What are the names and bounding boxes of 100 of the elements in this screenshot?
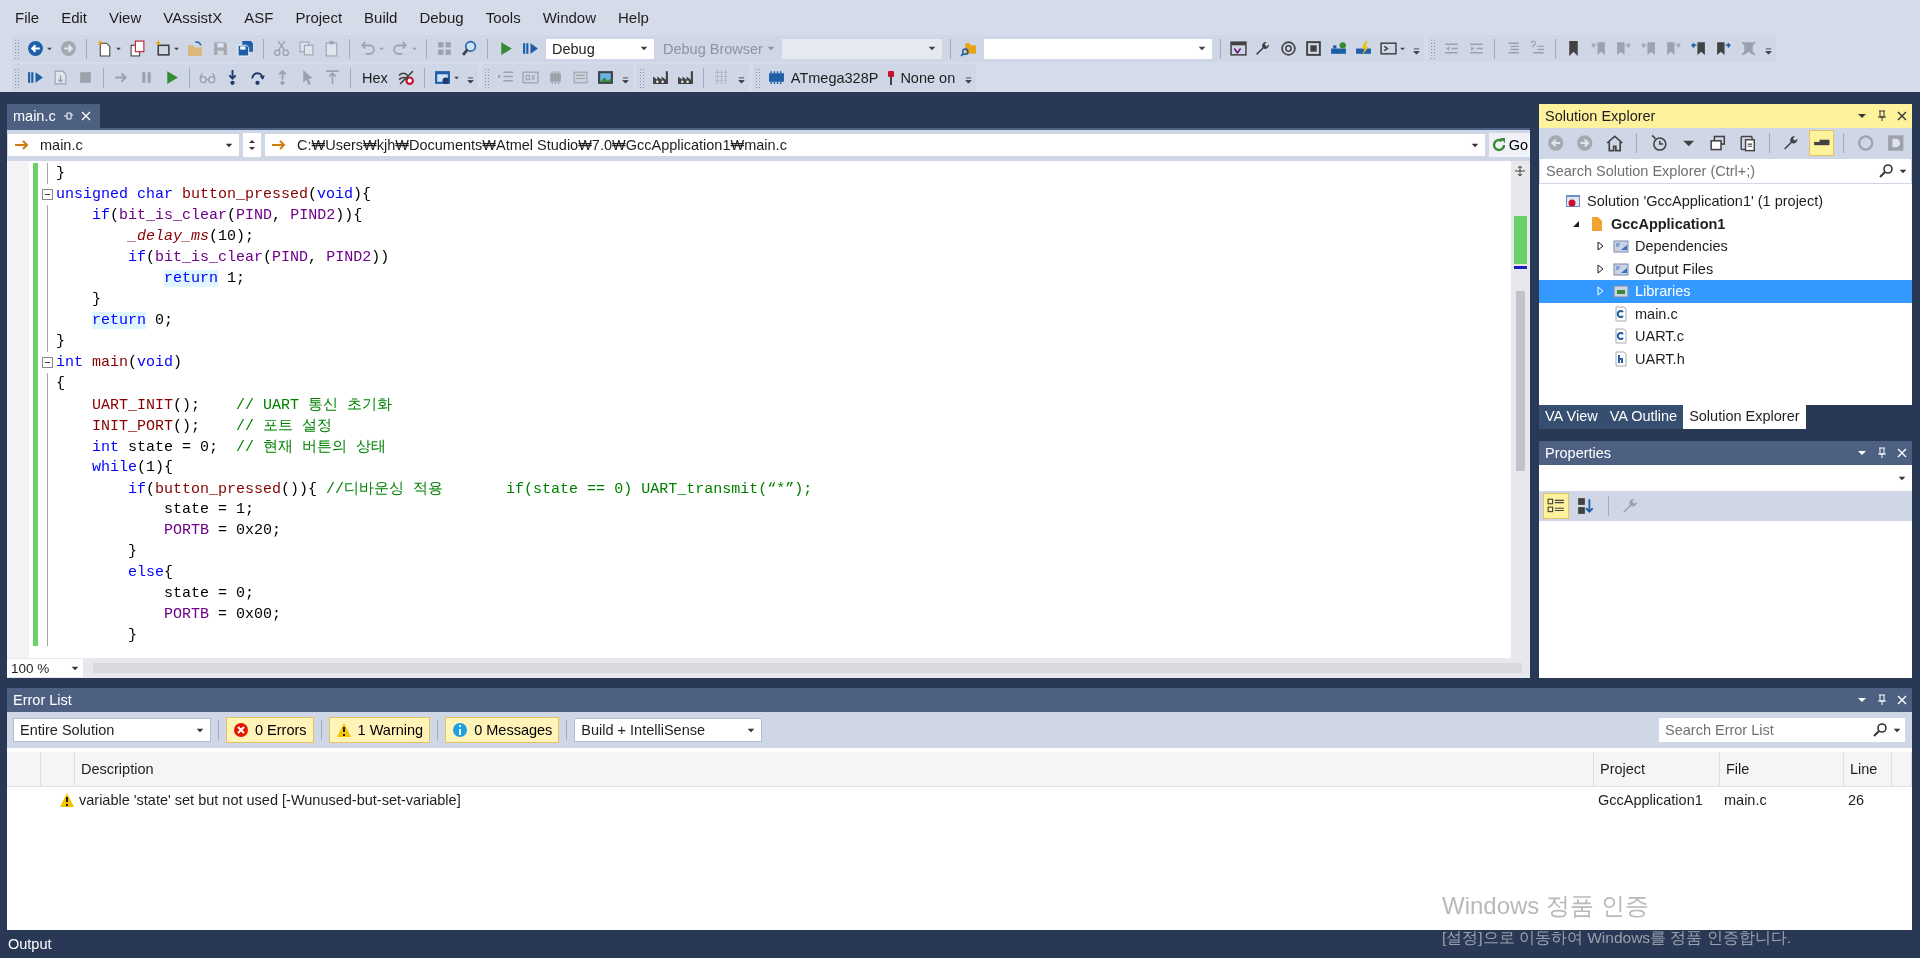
- scope-dropdown[interactable]: main.c: [7, 133, 240, 157]
- terminal-icon[interactable]: [1379, 40, 1397, 57]
- toolbar-grip[interactable]: [754, 67, 760, 88]
- window-icon[interactable]: [1229, 40, 1247, 57]
- blocks-icon[interactable]: [1329, 40, 1347, 57]
- scrollbar-thumb[interactable]: [1516, 291, 1525, 471]
- column-header[interactable]: Line: [1844, 752, 1892, 786]
- collapsed-arrow-icon[interactable]: [1595, 263, 1605, 274]
- toolbar-grip[interactable]: [14, 67, 19, 88]
- menu-item[interactable]: Debug: [408, 6, 475, 28]
- column-header[interactable]: Project: [1594, 752, 1720, 786]
- factory-icon[interactable]: [651, 69, 669, 86]
- go-button[interactable]: Go: [1488, 133, 1530, 157]
- zoom-dropdown[interactable]: 100 %: [7, 659, 83, 677]
- back-icon[interactable]: [27, 40, 44, 57]
- device-button[interactable]: ATmega328P: [788, 67, 885, 88]
- categorized-icon[interactable]: [1543, 493, 1569, 519]
- menu-item[interactable]: Edit: [50, 6, 99, 28]
- vertical-scrollbar[interactable]: [1511, 161, 1530, 658]
- factory-icon[interactable]: [676, 69, 694, 86]
- caret-icon[interactable]: [1197, 46, 1206, 51]
- panel-tab[interactable]: VA Outline: [1603, 405, 1684, 429]
- caret-icon[interactable]: [1398, 46, 1406, 51]
- tree-item[interactable]: GccApplication1: [1539, 212, 1912, 235]
- source-dropdown[interactable]: Build + IntelliSense: [574, 718, 763, 742]
- search-field[interactable]: Search Error List: [1658, 717, 1906, 743]
- new-window-icon[interactable]: [154, 40, 171, 57]
- menu-item[interactable]: Help: [607, 6, 660, 28]
- menu-item[interactable]: View: [98, 6, 153, 28]
- toolbar-grip[interactable]: [483, 67, 489, 88]
- documents-icon[interactable]: [129, 40, 146, 57]
- collapse-icon[interactable]: [41, 189, 53, 200]
- toolbar-grip[interactable]: [14, 38, 19, 59]
- bookmark-arrow-icon[interactable]: [1714, 40, 1732, 57]
- tree-item[interactable]: Solution 'GccApplication1' (1 project): [1539, 190, 1912, 213]
- menu-item[interactable]: Project: [284, 6, 354, 28]
- dropdown[interactable]: Debug: [545, 37, 655, 60]
- output-tab[interactable]: Output: [8, 936, 52, 952]
- search-icon[interactable]: [461, 40, 478, 57]
- caret-icon[interactable]: [173, 46, 180, 51]
- menu-item[interactable]: Tools: [474, 6, 532, 28]
- path-dropdown[interactable]: C:₩Users₩kjh₩Documents₩Atmel Studio₩7.0₩GccApplication1₩main.c: [264, 133, 1486, 157]
- collapse-icon[interactable]: [41, 357, 53, 368]
- document-tab[interactable]: main.c: [7, 104, 100, 128]
- panel-tab[interactable]: VA View: [1539, 405, 1604, 429]
- pin-icon[interactable]: [61, 110, 74, 122]
- caret-icon[interactable]: [1470, 142, 1479, 148]
- save-all-icon[interactable]: [237, 40, 254, 57]
- overflow-icon[interactable]: [737, 77, 745, 84]
- caret-icon[interactable]: [196, 727, 204, 733]
- overflow-icon[interactable]: [965, 77, 973, 84]
- search-icon[interactable]: [1878, 163, 1894, 179]
- caret-icon[interactable]: [1898, 475, 1906, 481]
- pin-icon[interactable]: [1876, 110, 1888, 122]
- close-icon[interactable]: [79, 110, 92, 122]
- overflow-icon[interactable]: [621, 77, 629, 84]
- tree-item[interactable]: Output Files: [1539, 257, 1912, 280]
- open-folder-icon[interactable]: [187, 40, 204, 57]
- tree-item[interactable]: UART.h: [1539, 347, 1912, 370]
- hex-button[interactable]: Hex: [356, 67, 394, 88]
- caret-icon[interactable]: [46, 46, 53, 51]
- tree-item[interactable]: main.c: [1539, 302, 1912, 325]
- bookmark-arrow-icon[interactable]: [1689, 40, 1707, 57]
- toolbar-grip[interactable]: [638, 67, 644, 88]
- panel-tab[interactable]: Solution Explorer: [1683, 405, 1806, 429]
- play-bars-icon[interactable]: [522, 40, 539, 57]
- column-header[interactable]: File: [1720, 752, 1844, 786]
- frame-icon[interactable]: [1304, 40, 1322, 57]
- filter-button[interactable]: 1 Warning: [328, 717, 431, 743]
- search-icon[interactable]: [1872, 722, 1888, 738]
- overflow-icon[interactable]: [1764, 48, 1772, 55]
- window-icon[interactable]: [433, 69, 451, 86]
- gauge-icon[interactable]: [1279, 40, 1297, 57]
- toolbar-grip[interactable]: [1429, 38, 1435, 59]
- menu-item[interactable]: Build: [353, 6, 409, 28]
- collapsed-arrow-icon[interactable]: [1595, 241, 1605, 252]
- image-window-icon[interactable]: [596, 69, 614, 86]
- search-field[interactable]: Search Solution Explorer (Ctrl+;): [1539, 158, 1912, 184]
- caret-icon[interactable]: [1899, 169, 1907, 174]
- wrench-icon[interactable]: [1254, 40, 1272, 57]
- step-over-icon[interactable]: [249, 69, 266, 86]
- breakpoint-off-icon[interactable]: [397, 69, 415, 86]
- tree-item[interactable]: UART.c: [1539, 325, 1912, 348]
- menu-item[interactable]: VAssistX: [152, 6, 234, 28]
- caret-icon[interactable]: [747, 727, 756, 733]
- play-bars-icon[interactable]: [27, 69, 44, 86]
- caret-icon[interactable]: [71, 665, 79, 671]
- folder-search-icon[interactable]: [959, 40, 977, 57]
- menu-item[interactable]: ASF: [233, 6, 285, 28]
- column-header[interactable]: Description: [75, 752, 1594, 786]
- overflow-icon[interactable]: [466, 77, 474, 84]
- caret-icon[interactable]: [640, 46, 648, 51]
- caret-icon[interactable]: [452, 75, 460, 80]
- caret-icon[interactable]: [1893, 728, 1901, 733]
- overflow-icon[interactable]: [1412, 48, 1420, 55]
- tree-item[interactable]: Dependencies: [1539, 235, 1912, 258]
- menu-item[interactable]: Window: [531, 6, 607, 28]
- menu-item[interactable]: File: [4, 6, 51, 28]
- tool-button[interactable]: None on: [898, 67, 962, 88]
- spin-buttons[interactable]: [243, 133, 261, 157]
